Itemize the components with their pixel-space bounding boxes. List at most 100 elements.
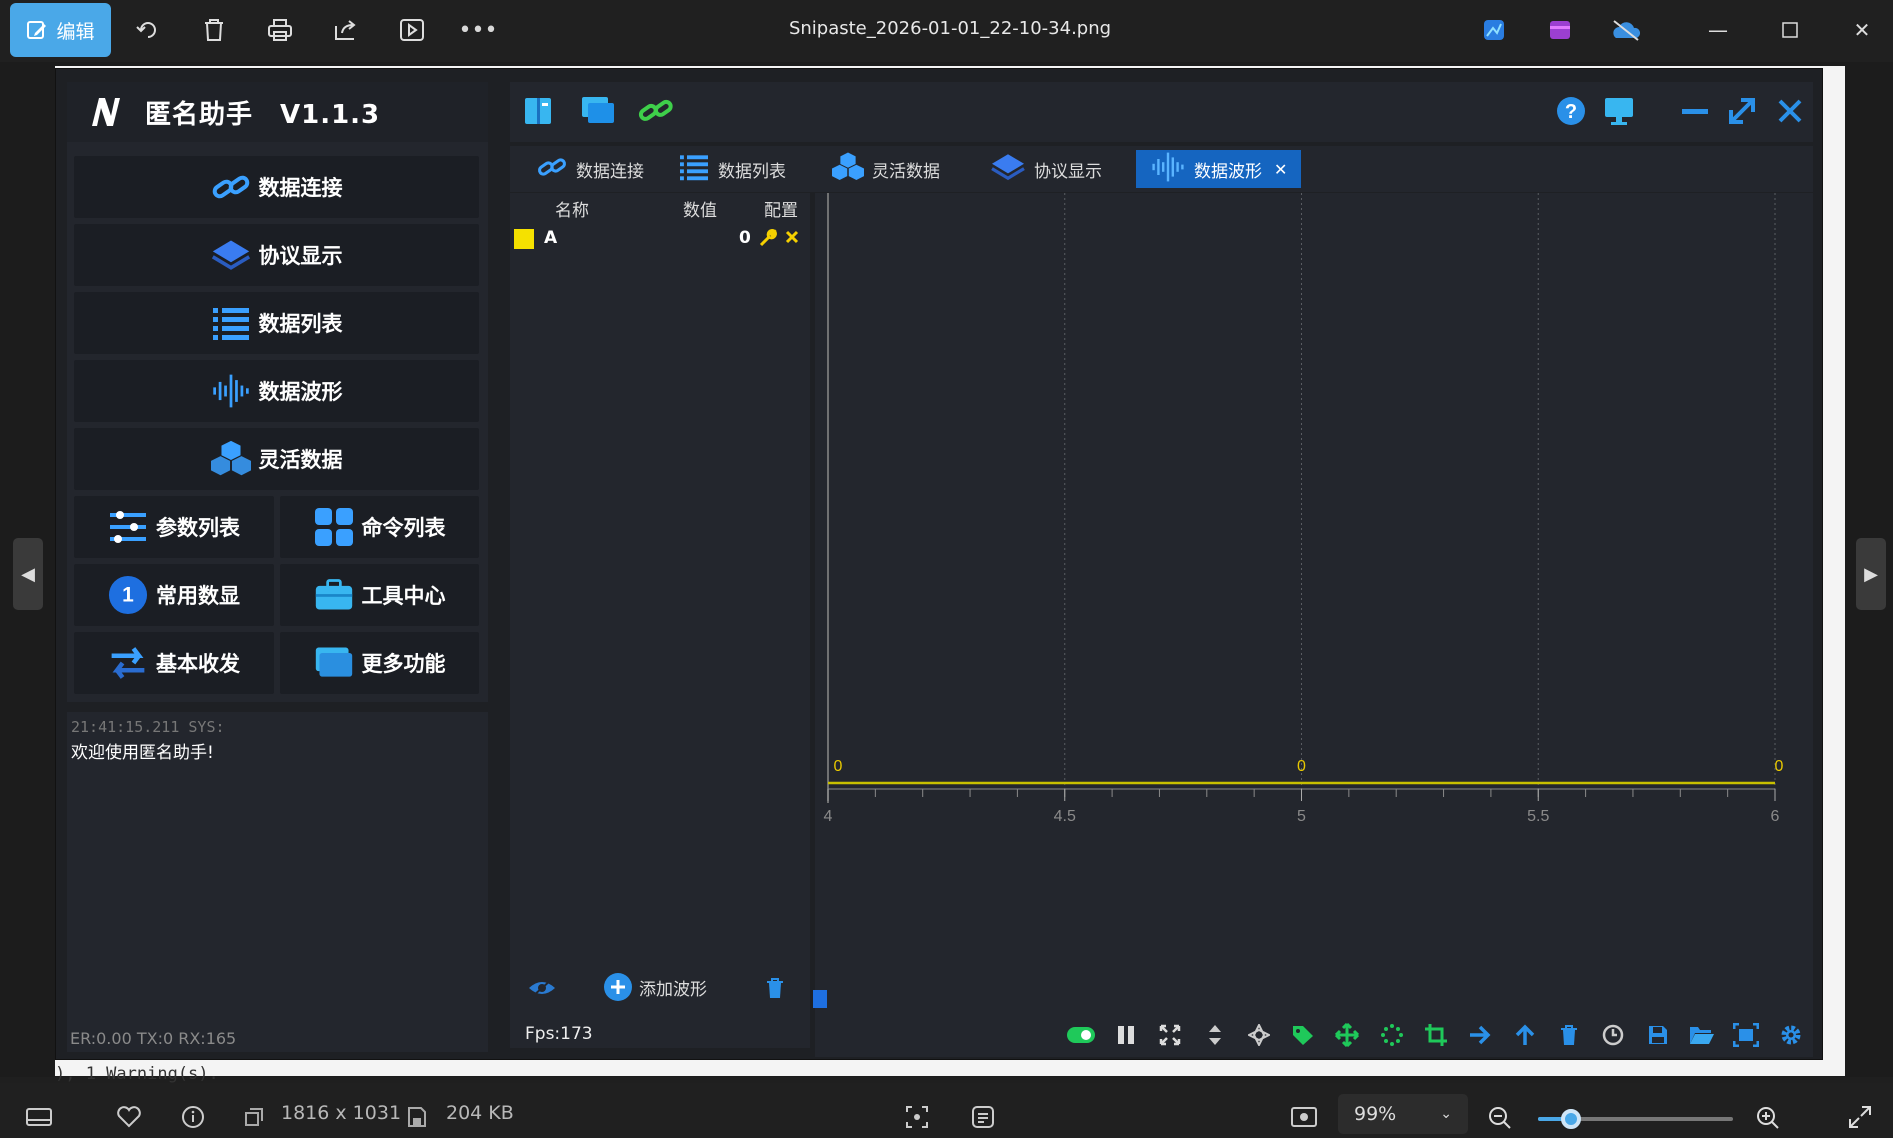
info-icon[interactable] [181, 1105, 205, 1133]
save-icon[interactable] [1643, 1022, 1673, 1048]
clock-icon[interactable] [1598, 1022, 1628, 1048]
link-green-icon[interactable] [638, 95, 674, 131]
more-options-icon[interactable]: ••• [459, 14, 498, 46]
minimize-window-button[interactable]: — [1692, 10, 1744, 50]
app-logo-icon [92, 98, 120, 126]
tab-data-waveform[interactable]: 数据波形 ✕ [1136, 150, 1302, 188]
waveform-plot[interactable]: 4 4.5 5 5.5 6 0 0 0 [815, 193, 1813, 1011]
clear-icon[interactable] [1554, 1022, 1584, 1048]
visibility-icon[interactable] [527, 978, 557, 1002]
sidebar-item-data-waveform[interactable]: 数据波形 [74, 360, 479, 422]
swap-arrows-icon [108, 643, 148, 683]
toolbox-icon [314, 575, 354, 615]
series-color-swatch[interactable] [514, 229, 534, 249]
visual-search-icon[interactable] [905, 1105, 929, 1133]
tag-icon[interactable] [1288, 1022, 1318, 1048]
loading-dots-icon[interactable] [1377, 1022, 1407, 1048]
windows-icon[interactable] [580, 95, 616, 131]
tab-data-list[interactable]: 数据列表 [664, 150, 800, 188]
monitor-icon[interactable] [1603, 96, 1635, 130]
close-app-icon[interactable] [1775, 96, 1805, 130]
arrow-right-icon[interactable] [1465, 1022, 1495, 1048]
trash-icon[interactable] [765, 977, 785, 1003]
tab-label: 数据连接 [576, 161, 644, 182]
delete-icon[interactable] [198, 14, 230, 46]
crop-icon[interactable] [1421, 1022, 1451, 1048]
text-recognition-icon[interactable] [971, 1105, 995, 1133]
fullscreen-icon[interactable] [1848, 1105, 1872, 1133]
close-window-button[interactable]: ✕ [1836, 10, 1888, 50]
edit-icon [27, 21, 47, 39]
settings-gear-icon[interactable] [1776, 1022, 1806, 1048]
sidebar-item-label: 参数列表 [156, 516, 240, 540]
fps-counter: Fps:173 [525, 1024, 593, 1044]
zoom-in-icon[interactable] [1756, 1106, 1780, 1134]
sidebar-item-basic-send-receive[interactable]: 基本收发 [74, 632, 274, 694]
sidebar-item-flexible-data[interactable]: 灵活数据 [74, 428, 479, 490]
vertical-scale-icon[interactable] [1200, 1022, 1230, 1048]
maximize-app-icon[interactable] [1727, 96, 1757, 130]
fit-view-icon[interactable] [1155, 1022, 1185, 1048]
pause-icon[interactable] [1111, 1022, 1141, 1048]
waveform-list-panel [510, 193, 810, 1048]
arrow-up-icon[interactable] [1510, 1022, 1540, 1048]
sidebar-item-protocol-display[interactable]: 协议显示 [74, 224, 479, 286]
actual-size-icon[interactable] [1291, 1106, 1317, 1132]
tab-close-icon[interactable]: ✕ [1274, 160, 1287, 179]
print-icon[interactable] [264, 14, 296, 46]
add-waveform-button[interactable]: 添加波形 [603, 972, 707, 1002]
book-icon[interactable] [522, 95, 554, 131]
filmstrip-icon[interactable] [26, 1106, 52, 1132]
previous-image-button[interactable]: ◀ [13, 538, 43, 610]
tab-label: 灵活数据 [872, 161, 940, 182]
sidebar-item-common-display[interactable]: 1 常用数显 [74, 564, 274, 626]
slideshow-icon[interactable] [396, 14, 428, 46]
share-icon[interactable] [330, 14, 362, 46]
sidebar-item-label: 工具中心 [361, 584, 446, 608]
wrench-icon[interactable] [759, 229, 777, 251]
clipchamp-icon[interactable] [1544, 14, 1576, 46]
tab-data-connect[interactable]: 数据连接 [522, 150, 658, 188]
sidebar-item-label: 常用数显 [156, 584, 240, 608]
sidebar-item-command-list[interactable]: 命令列表 [280, 496, 479, 558]
tab-protocol-display[interactable]: 协议显示 [976, 150, 1116, 188]
zoom-out-icon[interactable] [1488, 1106, 1512, 1134]
onedrive-offline-icon[interactable] [1610, 14, 1642, 46]
tab-bar: 数据连接 数据列表 灵活数据 协议显示 数据波形 ✕ [510, 146, 1813, 192]
photos-app-icon[interactable] [1478, 14, 1510, 46]
sidebar-item-label: 基本收发 [156, 652, 240, 676]
toggle-switch-icon[interactable] [1066, 1022, 1096, 1048]
folder-open-icon[interactable] [1687, 1022, 1717, 1048]
crosshair-icon[interactable] [1244, 1022, 1274, 1048]
number-one-icon: 1 [108, 575, 148, 615]
screenshot-icon[interactable] [1731, 1022, 1761, 1048]
next-image-button[interactable]: ▶ [1856, 538, 1886, 610]
zoom-level: 99% [1354, 1103, 1397, 1125]
sidebar-item-more-features[interactable]: 更多功能 [280, 632, 479, 694]
list-item[interactable]: A 0 [514, 228, 806, 252]
link-icon [536, 154, 568, 185]
edit-button[interactable]: 编辑 [10, 3, 111, 57]
help-icon[interactable]: ? [1556, 96, 1586, 130]
x-tick-label: 4 [824, 808, 833, 825]
link-icon [211, 167, 251, 207]
tab-label: 数据列表 [718, 161, 786, 182]
sidebar-item-param-list[interactable]: 参数列表 [74, 496, 274, 558]
favorite-icon[interactable] [116, 1106, 142, 1132]
cubes-icon [832, 151, 864, 188]
tab-flexible-data[interactable]: 灵活数据 [818, 150, 954, 188]
rotate-icon[interactable] [132, 14, 164, 46]
minimize-app-icon[interactable] [1680, 96, 1710, 130]
sidebar-item-data-list[interactable]: 数据列表 [74, 292, 479, 354]
sidebar-item-tool-center[interactable]: 工具中心 [280, 564, 479, 626]
sidebar-item-data-connect[interactable]: 数据连接 [74, 156, 479, 218]
sidebar-item-label: 更多功能 [361, 652, 446, 676]
waveform-icon [211, 371, 251, 411]
zoom-level-dropdown[interactable]: 99% ⌄ [1338, 1094, 1468, 1134]
scroll-handle[interactable] [813, 990, 827, 1008]
move-icon[interactable] [1332, 1022, 1362, 1048]
zoom-slider-thumb[interactable] [1561, 1109, 1581, 1129]
maximize-window-button[interactable] [1764, 10, 1816, 50]
log-panel[interactable]: 21:41:15.211 SYS: 欢迎使用匿名助手! [67, 712, 488, 1052]
remove-series-icon[interactable] [784, 229, 800, 249]
